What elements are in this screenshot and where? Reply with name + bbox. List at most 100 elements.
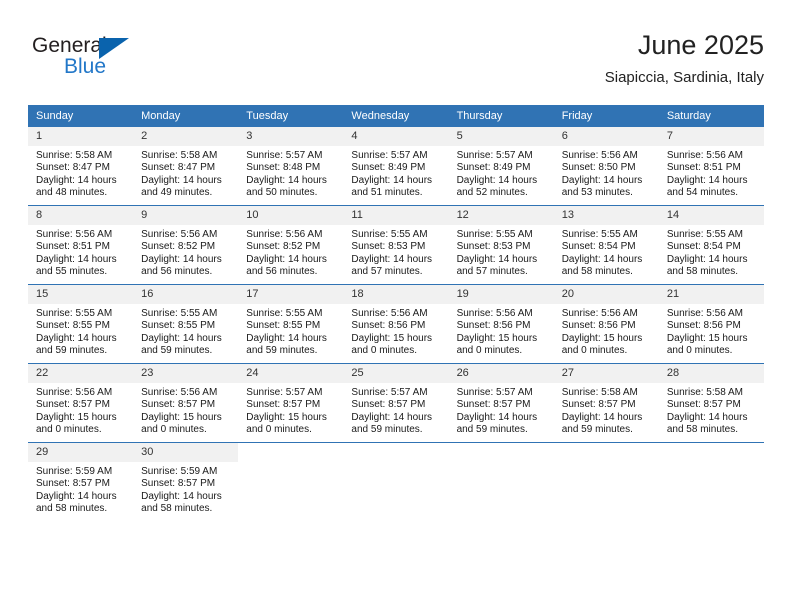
day-cell[interactable]: 8 Sunrise: 5:56 AM Sunset: 8:51 PM Daylight… — [28, 205, 134, 285]
day-number — [343, 443, 448, 462]
generalblue-logo[interactable]: General Blue — [32, 34, 212, 90]
day-cell[interactable]: 10 Sunrise: 5:56 AM Sunset: 8:52 PM Dayligh… — [238, 205, 344, 285]
sunrise-text: Sunrise: 5:55 AM — [561, 229, 638, 240]
day-details: Sunrise: 5:57 AM Sunset: 8:57 PM Daylight:… — [238, 383, 343, 437]
day-number: 29 — [28, 443, 134, 462]
day-cell-inner — [659, 443, 764, 521]
day-cell[interactable]: 19 Sunrise: 5:56 AM Sunset: 8:56 PM Dayligh… — [448, 284, 554, 364]
day-cell[interactable]: 22 Sunrise: 5:56 AM Sunset: 8:57 PM Dayligh… — [28, 363, 134, 443]
day-cell[interactable]: 25 Sunrise: 5:57 AM Sunset: 8:57 PM Dayligh… — [343, 363, 449, 443]
day-cell[interactable]: 28 Sunrise: 5:58 AM Sunset: 8:57 PM Dayligh… — [658, 363, 764, 443]
day-number — [449, 443, 554, 462]
sunset-text: Sunset: 8:57 PM — [246, 399, 321, 411]
sunrise-text: Sunrise: 5:57 AM — [456, 387, 533, 398]
sunrise-text: Sunrise: 5:57 AM — [246, 387, 323, 398]
day-details: Sunrise: 5:58 AM Sunset: 8:47 PM Daylight:… — [28, 146, 133, 200]
sunset-text: Sunset: 8:55 PM — [141, 320, 216, 332]
daylight-text: Daylight: 14 hours and 59 minutes. — [141, 332, 222, 357]
sunset-text: Sunset: 8:57 PM — [351, 399, 426, 411]
sunrise-text: Sunrise: 5:55 AM — [141, 308, 218, 319]
day-details: Sunrise: 5:55 AM Sunset: 8:55 PM Daylight:… — [28, 304, 133, 358]
day-cell[interactable]: 1 Sunrise: 5:58 AM Sunset: 8:47 PM Daylight… — [28, 127, 134, 206]
day-cell[interactable]: 4 Sunrise: 5:57 AM Sunset: 8:49 PM Daylight… — [343, 127, 449, 206]
sunset-text: Sunset: 8:56 PM — [561, 320, 636, 332]
sunrise-text: Sunrise: 5:57 AM — [351, 150, 428, 161]
day-number: 19 — [448, 285, 554, 304]
page-subtitle: Siapiccia, Sardinia, Italy — [604, 69, 764, 86]
day-cell[interactable]: 30 Sunrise: 5:59 AM Sunset: 8:57 PM Dayligh… — [133, 442, 239, 521]
day-cell[interactable]: 21 Sunrise: 5:56 AM Sunset: 8:56 PM Dayligh… — [658, 284, 764, 364]
weekday-header-wednesday: Wednesday — [343, 105, 449, 127]
day-number: 27 — [553, 364, 659, 383]
day-details: Sunrise: 5:59 AM Sunset: 8:57 PM Daylight:… — [28, 462, 133, 516]
day-cell[interactable]: 7 Sunrise: 5:56 AM Sunset: 8:51 PM Daylight… — [658, 127, 764, 206]
day-details: Sunrise: 5:58 AM Sunset: 8:47 PM Daylight:… — [133, 146, 238, 200]
sunset-text: Sunset: 8:57 PM — [36, 478, 110, 490]
day-cell[interactable]: 16 Sunrise: 5:55 AM Sunset: 8:55 PM Dayligh… — [133, 284, 239, 364]
day-cell[interactable]: 27 Sunrise: 5:58 AM Sunset: 8:57 PM Dayligh… — [553, 363, 659, 443]
sunset-text: Sunset: 8:57 PM — [36, 399, 110, 411]
day-cell[interactable]: 20 Sunrise: 5:56 AM Sunset: 8:56 PM Dayligh… — [553, 284, 659, 364]
daylight-text: Daylight: 14 hours and 49 minutes. — [141, 174, 222, 199]
day-cell-inner: 20 Sunrise: 5:56 AM Sunset: 8:56 PM Dayligh… — [553, 285, 659, 363]
daylight-text: Daylight: 15 hours and 0 minutes. — [246, 411, 327, 436]
daylight-text: Daylight: 14 hours and 58 minutes. — [36, 490, 117, 515]
sunset-text: Sunset: 8:52 PM — [141, 241, 216, 253]
day-cell[interactable]: 29 Sunrise: 5:59 AM Sunset: 8:57 PM Dayligh… — [28, 442, 134, 521]
daylight-text: Daylight: 14 hours and 56 minutes. — [141, 253, 222, 278]
day-number: 13 — [553, 206, 659, 225]
sunrise-text: Sunrise: 5:56 AM — [36, 229, 113, 240]
day-cell[interactable]: 9 Sunrise: 5:56 AM Sunset: 8:52 PM Daylight… — [133, 205, 239, 285]
day-details: Sunrise: 5:56 AM Sunset: 8:51 PM Daylight:… — [28, 225, 133, 279]
day-details: Sunrise: 5:56 AM Sunset: 8:51 PM Daylight:… — [659, 146, 764, 200]
day-details: Sunrise: 5:56 AM Sunset: 8:52 PM Daylight:… — [238, 225, 343, 279]
day-cell[interactable]: 12 Sunrise: 5:55 AM Sunset: 8:53 PM Dayligh… — [448, 205, 554, 285]
day-cell-inner — [449, 443, 554, 521]
day-number: 12 — [448, 206, 554, 225]
day-cell[interactable]: 13 Sunrise: 5:55 AM Sunset: 8:54 PM Dayligh… — [553, 205, 659, 285]
day-number: 14 — [658, 206, 764, 225]
day-cell-inner: 4 Sunrise: 5:57 AM Sunset: 8:49 PM Daylight… — [343, 127, 449, 205]
day-cell-inner: 22 Sunrise: 5:56 AM Sunset: 8:57 PM Dayligh… — [28, 364, 134, 442]
day-details: Sunrise: 5:57 AM Sunset: 8:48 PM Daylight:… — [238, 146, 343, 200]
day-cell-empty — [343, 442, 449, 521]
sunrise-text: Sunrise: 5:57 AM — [351, 387, 428, 398]
day-details: Sunrise: 5:57 AM Sunset: 8:57 PM Daylight:… — [343, 383, 448, 437]
daylight-text: Daylight: 15 hours and 0 minutes. — [561, 332, 643, 357]
day-cell[interactable]: 3 Sunrise: 5:57 AM Sunset: 8:48 PM Daylight… — [238, 127, 344, 206]
day-cell-inner: 27 Sunrise: 5:58 AM Sunset: 8:57 PM Dayligh… — [553, 364, 659, 442]
sunset-text: Sunset: 8:53 PM — [456, 241, 531, 253]
day-number — [238, 443, 343, 462]
day-cell-inner — [343, 443, 448, 521]
day-number: 11 — [343, 206, 449, 225]
day-cell[interactable]: 2 Sunrise: 5:58 AM Sunset: 8:47 PM Daylight… — [133, 127, 239, 206]
page-title: June 2025 — [637, 30, 764, 60]
day-cell[interactable]: 23 Sunrise: 5:56 AM Sunset: 8:57 PM Dayligh… — [133, 363, 239, 443]
daylight-text: Daylight: 14 hours and 51 minutes. — [351, 174, 433, 199]
day-cell[interactable]: 14 Sunrise: 5:55 AM Sunset: 8:54 PM Dayligh… — [658, 205, 764, 285]
day-number: 5 — [448, 127, 554, 146]
day-number: 17 — [238, 285, 344, 304]
day-details: Sunrise: 5:56 AM Sunset: 8:56 PM Daylight:… — [343, 304, 448, 358]
sunrise-text: Sunrise: 5:58 AM — [666, 387, 743, 398]
day-cell[interactable]: 17 Sunrise: 5:55 AM Sunset: 8:55 PM Dayligh… — [238, 284, 344, 364]
page-header: General Blue June 2025 Siapiccia, Sardin… — [28, 28, 764, 98]
day-cell[interactable]: 11 Sunrise: 5:55 AM Sunset: 8:53 PM Dayligh… — [343, 205, 449, 285]
day-number: 8 — [28, 206, 134, 225]
daylight-text: Daylight: 14 hours and 59 minutes. — [456, 411, 538, 436]
day-cell[interactable]: 24 Sunrise: 5:57 AM Sunset: 8:57 PM Dayligh… — [238, 363, 344, 443]
sunset-text: Sunset: 8:56 PM — [456, 320, 531, 332]
sunset-text: Sunset: 8:54 PM — [561, 241, 636, 253]
day-details: Sunrise: 5:57 AM Sunset: 8:57 PM Daylight:… — [449, 383, 554, 437]
day-cell-empty — [553, 442, 659, 521]
day-cell-inner — [554, 443, 659, 521]
sunrise-text: Sunrise: 5:56 AM — [36, 387, 113, 398]
day-number: 6 — [553, 127, 659, 146]
day-cell[interactable]: 15 Sunrise: 5:55 AM Sunset: 8:55 PM Dayligh… — [28, 284, 134, 364]
day-cell[interactable]: 18 Sunrise: 5:56 AM Sunset: 8:56 PM Dayligh… — [343, 284, 449, 364]
day-cell[interactable]: 26 Sunrise: 5:57 AM Sunset: 8:57 PM Dayligh… — [448, 363, 554, 443]
day-cell[interactable]: 5 Sunrise: 5:57 AM Sunset: 8:49 PM Daylight… — [448, 127, 554, 206]
day-cell[interactable]: 6 Sunrise: 5:56 AM Sunset: 8:50 PM Daylight… — [553, 127, 659, 206]
day-cell-inner: 13 Sunrise: 5:55 AM Sunset: 8:54 PM Dayligh… — [553, 206, 659, 284]
sunrise-text: Sunrise: 5:57 AM — [246, 150, 323, 161]
